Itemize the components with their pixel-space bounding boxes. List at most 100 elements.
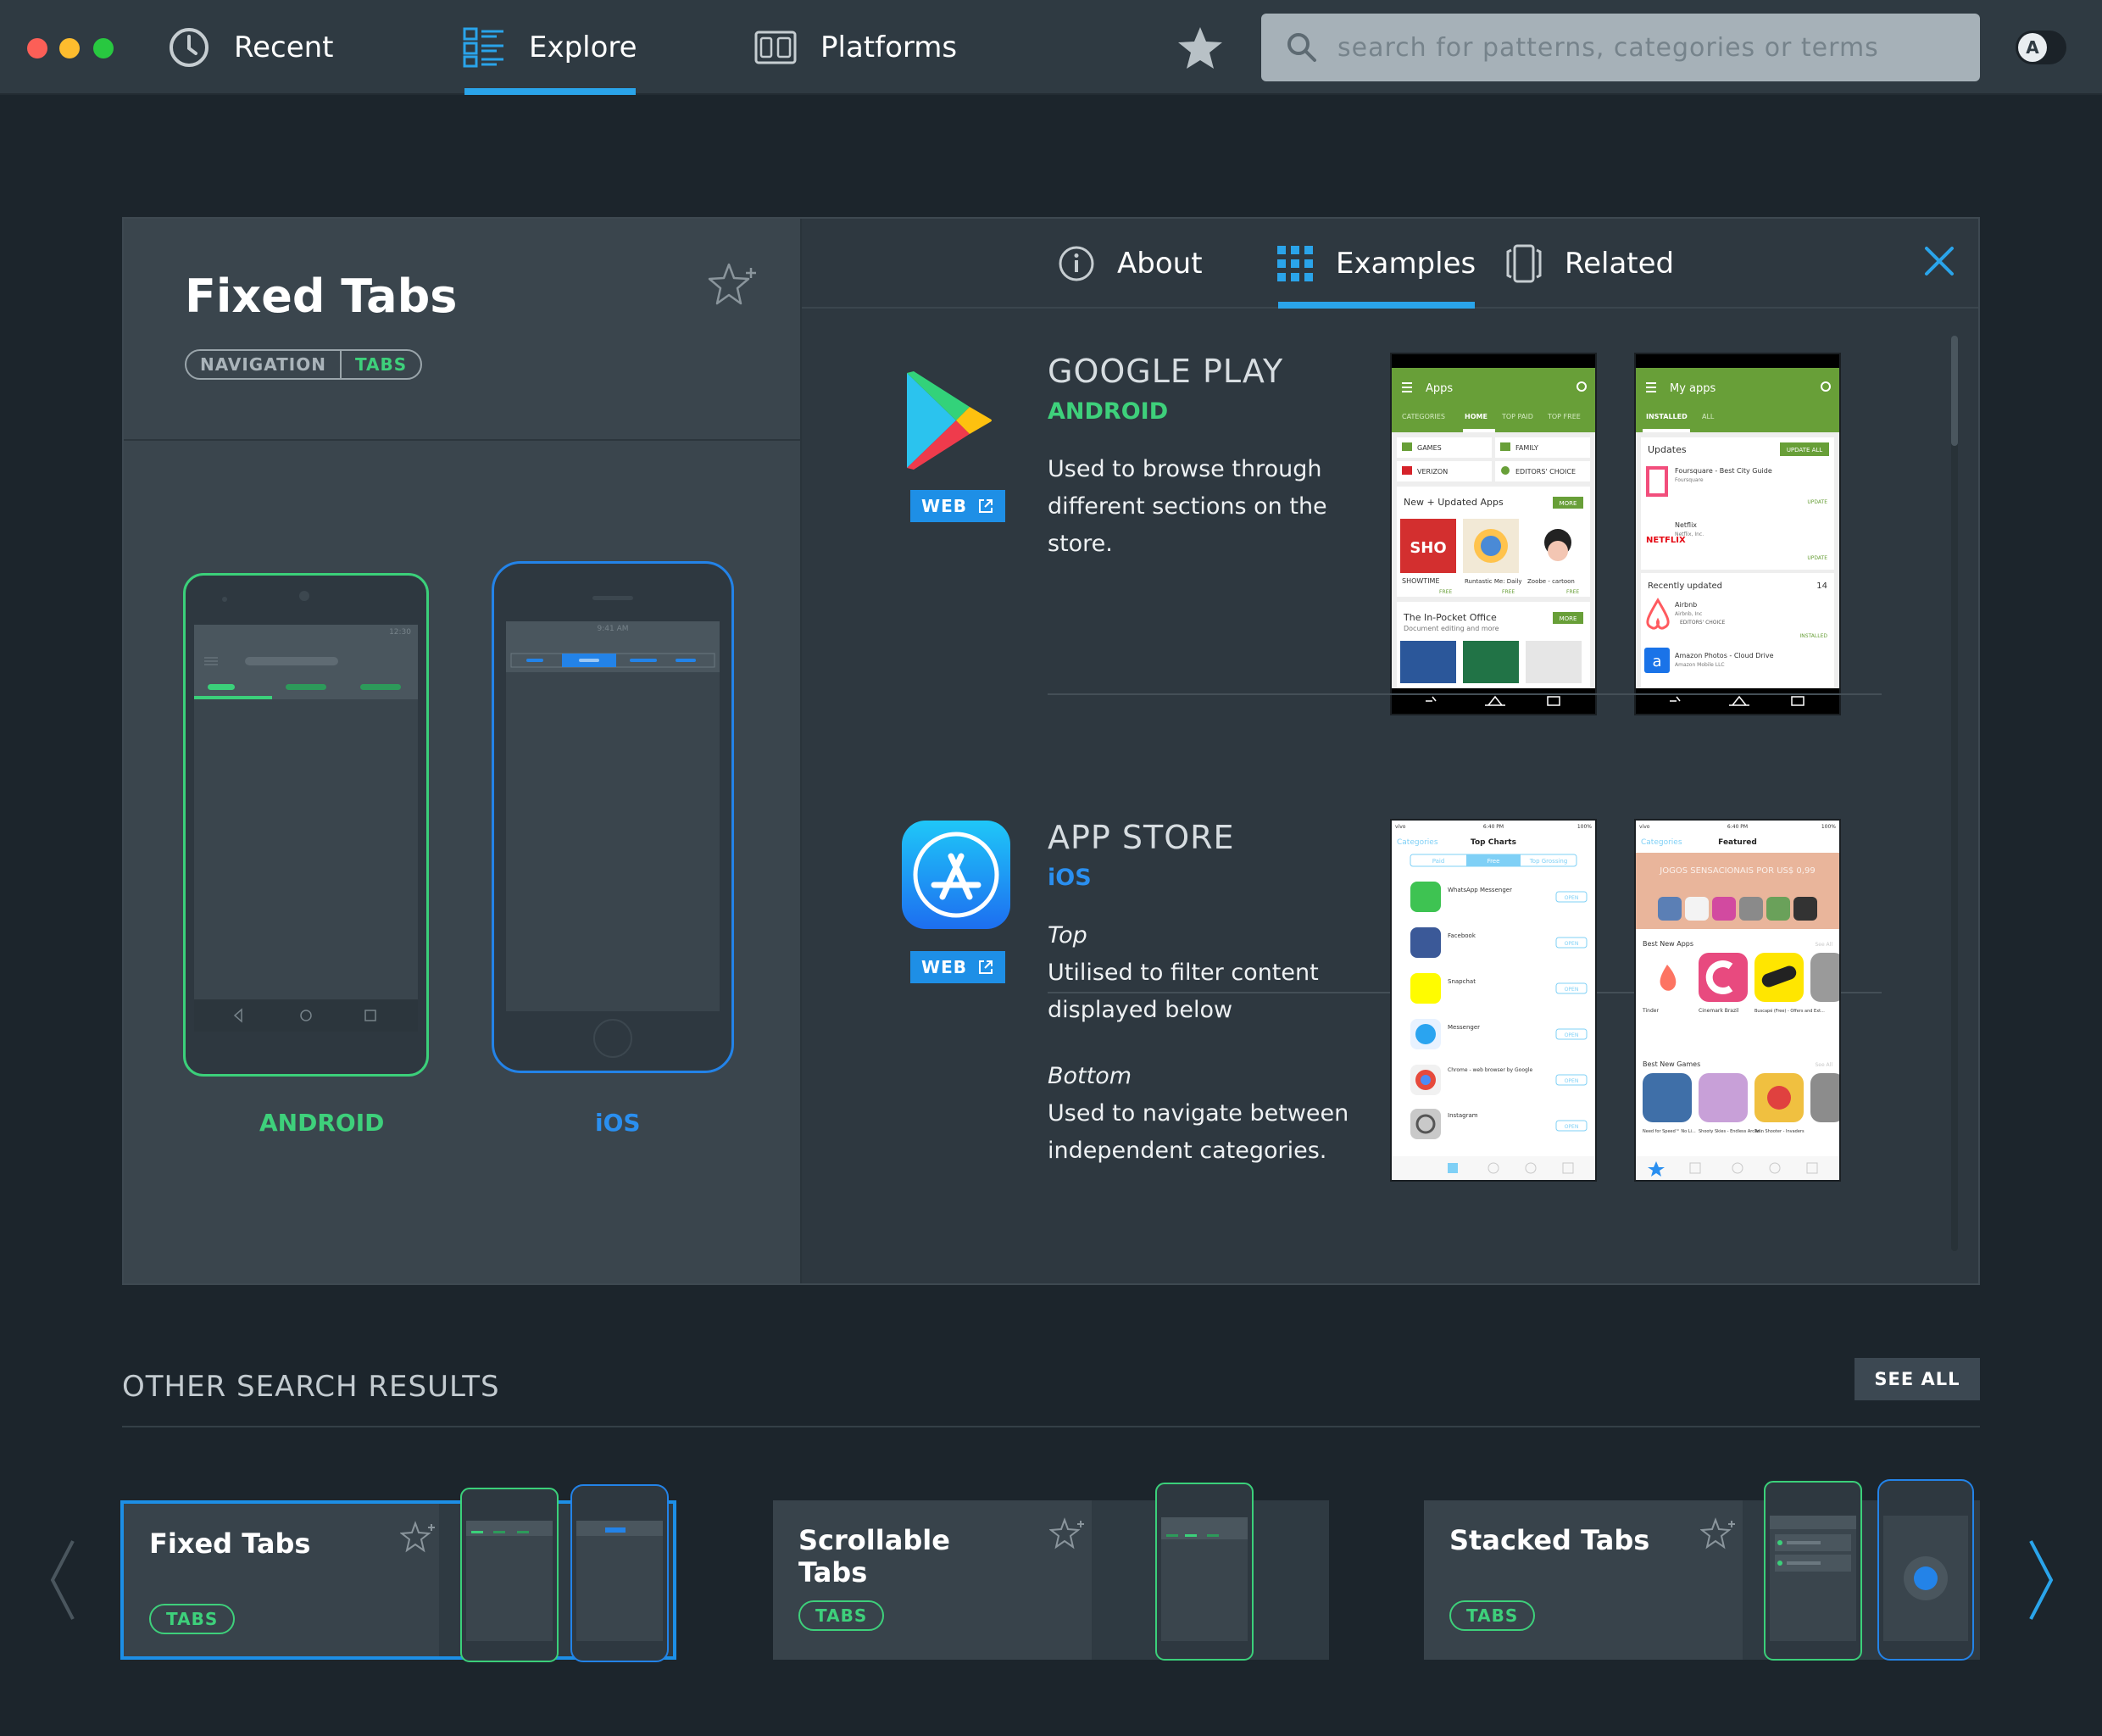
tab-about-label: About bbox=[1117, 247, 1203, 281]
as2-app: Cinemark Brazil bbox=[1699, 1008, 1739, 1014]
minimize-window-button[interactable] bbox=[59, 38, 80, 58]
web-button-label: WEB bbox=[921, 496, 967, 516]
gp1-more: MORE bbox=[1560, 615, 1577, 622]
gp2-editors: EDITORS' CHOICE bbox=[1680, 620, 1725, 626]
external-link-icon bbox=[978, 499, 993, 513]
google-play-screenshot-home[interactable]: Apps CATEGORIES HOME TOP PAID TOP FREE G… bbox=[1390, 353, 1597, 715]
app-store-logo-icon bbox=[902, 821, 1010, 929]
examples-list: WEB GOOGLE PLAY ANDROID Used to browse t… bbox=[802, 310, 1978, 1283]
result-card-scrollable-tabs[interactable]: Scrollable Tabs TABS bbox=[773, 1483, 1329, 1661]
tag-navigation[interactable]: NAVIGATION bbox=[186, 351, 342, 378]
gp1-tile: FAMILY bbox=[1515, 444, 1538, 452]
add-favorite-star-icon[interactable] bbox=[1700, 1517, 1738, 1551]
google-play-web-button[interactable]: WEB bbox=[910, 490, 1005, 522]
add-favorite-star-icon[interactable] bbox=[1049, 1517, 1087, 1551]
other-results-title: OTHER SEARCH RESULTS bbox=[122, 1370, 500, 1404]
add-favorite-star-icon[interactable] bbox=[400, 1521, 437, 1555]
google-play-screenshot-my-apps[interactable]: My apps INSTALLED ALL Updates UPDATE ALL… bbox=[1634, 353, 1841, 715]
gp1-section: The In-Pocket Office bbox=[1403, 612, 1497, 623]
as2-banner: JOGOS SENSACIONAIS POR US$ 0,99 bbox=[1659, 866, 1815, 876]
detail-tabs: About Examples Related bbox=[802, 219, 1978, 309]
gp2-recent: Recently updated bbox=[1648, 581, 1722, 591]
search-input[interactable] bbox=[1337, 32, 1965, 63]
gp1-app: SHOWTIME bbox=[1402, 577, 1440, 585]
gp2-app-name: Foursquare - Best City Guide bbox=[1675, 467, 1772, 475]
pattern-tags: NAVIGATION TABS bbox=[185, 349, 423, 380]
search-box[interactable] bbox=[1261, 14, 1980, 81]
as1-title: Top Charts bbox=[1471, 838, 1516, 847]
gp1-tab: HOME bbox=[1465, 413, 1488, 420]
as1-app: Messenger bbox=[1448, 1024, 1480, 1031]
see-all-button[interactable]: SEE ALL bbox=[1855, 1358, 1980, 1400]
divider bbox=[122, 1426, 1980, 1427]
gp1-section-sub: Document editing and more bbox=[1404, 625, 1499, 632]
account-toggle[interactable]: A bbox=[2016, 31, 2066, 64]
example-platform: ANDROID bbox=[1048, 398, 1169, 425]
examples-scrollbar[interactable] bbox=[1951, 336, 1958, 1251]
pattern-title: Fixed Tabs bbox=[185, 270, 458, 323]
grid-icon bbox=[1277, 246, 1313, 281]
svg-text:SHO: SHO bbox=[1410, 539, 1446, 557]
tab-examples[interactable]: Examples bbox=[1276, 242, 1476, 285]
bottom-heading: Bottom bbox=[1048, 1063, 1132, 1089]
pattern-summary: Fixed Tabs NAVIGATION TABS 12:30 9:41 AM… bbox=[124, 219, 802, 1283]
gp1-section: New + Updated Apps bbox=[1404, 497, 1504, 508]
gp1-tab: TOP PAID bbox=[1501, 413, 1533, 420]
tab-related[interactable]: Related bbox=[1505, 242, 1674, 285]
app-store-screenshot-top-charts[interactable]: vivo 6:40 PM 100% Categories Top Charts … bbox=[1390, 819, 1597, 1182]
card-title: Scrollable Tabs bbox=[798, 1524, 950, 1589]
tab-about[interactable]: About bbox=[1058, 242, 1203, 285]
favorites-star-icon[interactable] bbox=[1176, 25, 1224, 71]
gp1-free: FREE bbox=[1566, 589, 1579, 595]
google-play-logo-icon bbox=[907, 371, 992, 470]
svg-text:a: a bbox=[1652, 653, 1661, 670]
bottom-text: Used to navigate between independent cat… bbox=[1048, 1100, 1349, 1164]
as1-open: OPEN bbox=[1565, 987, 1579, 993]
result-card-stacked-tabs[interactable]: Stacked Tabs TABS bbox=[1424, 1479, 1980, 1661]
as1-app: Chrome - web browser by Google bbox=[1448, 1067, 1532, 1073]
chevron-right-icon[interactable] bbox=[2027, 1538, 2056, 1622]
as1-battery: 100% bbox=[1577, 824, 1592, 830]
card-tag[interactable]: TABS bbox=[1449, 1600, 1536, 1631]
ios-phone-mock: 9:41 AM bbox=[492, 561, 734, 1073]
ios-mock-time: 9:41 AM bbox=[598, 625, 629, 633]
example-bottom-block: Bottom Used to navigate between independ… bbox=[1048, 1058, 1361, 1170]
gp2-update: UPDATE bbox=[1807, 499, 1827, 505]
gp2-updates: Updates bbox=[1648, 444, 1687, 455]
add-favorite-star-icon[interactable] bbox=[707, 261, 761, 309]
card-tag[interactable]: TABS bbox=[149, 1604, 236, 1634]
as2-best-games: Best New Games bbox=[1643, 1060, 1700, 1068]
nav-explore[interactable]: Explore bbox=[463, 0, 637, 95]
gp2-title: My apps bbox=[1670, 382, 1716, 395]
chevron-left-icon[interactable] bbox=[47, 1538, 76, 1622]
card-title: Fixed Tabs bbox=[149, 1527, 311, 1560]
as1-open: OPEN bbox=[1565, 941, 1579, 947]
tag-tabs[interactable]: TABS bbox=[342, 351, 420, 378]
nav-recent[interactable]: Recent bbox=[168, 0, 334, 95]
external-link-icon bbox=[978, 960, 993, 974]
gp1-free: FREE bbox=[1502, 589, 1515, 595]
app-store-web-button[interactable]: WEB bbox=[910, 951, 1005, 983]
search-icon bbox=[1287, 33, 1316, 62]
as2-see-all: See All bbox=[1815, 1062, 1832, 1068]
close-icon[interactable] bbox=[1922, 244, 1956, 278]
gp2-app-dev: Foursquare bbox=[1675, 477, 1704, 483]
result-card-fixed-tabs[interactable]: Fixed Tabs TABS bbox=[120, 1484, 676, 1662]
app-store-screenshot-featured[interactable]: vivo 6:40 PM 100% Categories Featured JO… bbox=[1634, 819, 1841, 1182]
as1-open: OPEN bbox=[1565, 1124, 1579, 1130]
gp2-app-name: Amazon Photos - Cloud Drive bbox=[1675, 652, 1774, 659]
as2-game: Twin Shooter - Invaders bbox=[1754, 1129, 1804, 1134]
as2-game: Need for Speed™ No Li... bbox=[1643, 1129, 1696, 1134]
info-icon bbox=[1059, 246, 1094, 281]
zoom-window-button[interactable] bbox=[93, 38, 114, 58]
as1-open: OPEN bbox=[1565, 1078, 1579, 1084]
android-phone-mock: 12:30 bbox=[183, 573, 429, 1077]
top-heading: Top bbox=[1048, 922, 1087, 949]
as1-open: OPEN bbox=[1565, 1032, 1579, 1038]
as1-carrier: vivo bbox=[1395, 824, 1406, 830]
close-window-button[interactable] bbox=[27, 38, 47, 58]
example-title: GOOGLE PLAY bbox=[1048, 353, 1284, 390]
nav-platforms[interactable]: Platforms bbox=[754, 0, 957, 95]
card-tag[interactable]: TABS bbox=[798, 1600, 885, 1631]
as1-categories: Categories bbox=[1397, 838, 1438, 847]
